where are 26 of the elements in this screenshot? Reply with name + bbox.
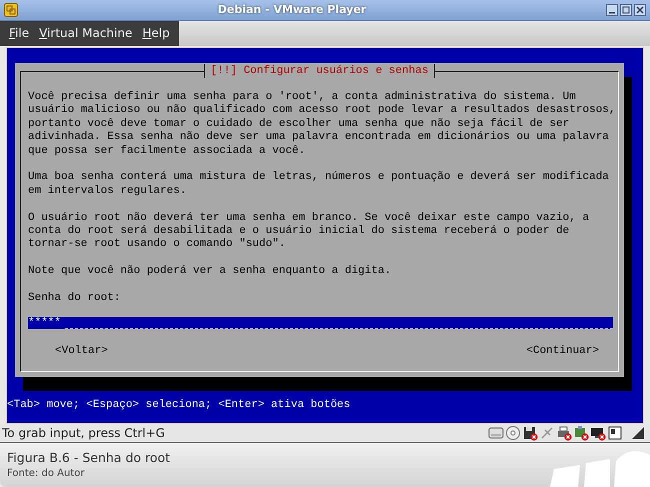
paragraph: Uma boa senha conterá uma mistura de letras, números e pontuação e deverá ser modificada em intervalos regulares. xyxy=(28,171,609,198)
console-button[interactable]: <Continuar> xyxy=(526,345,599,359)
app-icon xyxy=(4,2,18,17)
console-button[interactable]: <Voltar> xyxy=(55,345,108,359)
password-field[interactable]: ***** xyxy=(28,317,613,330)
floppy-icon[interactable] xyxy=(522,425,538,442)
figure-caption: Figura B.6 - Senha do root xyxy=(7,449,172,467)
printer-icon[interactable] xyxy=(556,425,572,442)
minimize-icon[interactable] xyxy=(606,4,618,16)
window-title: Debian - VMware Player xyxy=(216,3,368,16)
figure-source: Fonte: do Autor xyxy=(7,467,86,481)
key-hint: <Tab> move; <Espaço> seleciona; <Enter> ativa botões xyxy=(7,398,352,412)
paragraph: O usuário root não deverá ter uma senha em branco. Se você deixar este campo vazio, a conta do root será desabilitada e o usuário inicial do sistema receberá o poder de tornar-se root usando o comando "sudo". xyxy=(28,212,590,252)
display-icon[interactable] xyxy=(590,425,606,442)
menu-item[interactable]: Help xyxy=(137,26,175,40)
resize-grip-icon[interactable] xyxy=(632,427,644,440)
field-label: Senha do root: xyxy=(28,292,122,306)
maximize-icon[interactable] xyxy=(620,4,632,16)
cd-icon[interactable] xyxy=(505,425,521,442)
paragraph: Você precisa definir uma senha para o 'root', a conta administrativa do sistema. Um usuário malicioso ou não qualificado com acesso root pode levar a resultados desastrosos, portanto você deve tomar o cuidado de escolher uma senha que não seja fácil de ser adivinhada. Essa senha não deve ser uma palavra encontrada em dicionários ou uma palavra que possa ser facilmente associada a você. xyxy=(28,90,616,158)
status-text: To grab input, press Ctrl+G xyxy=(2,426,165,440)
menu-item[interactable]: File xyxy=(4,26,34,40)
paragraph: Note que você não poderá ver a senha enquanto a digita. xyxy=(28,265,392,279)
menu-item[interactable]: Virtual Machine xyxy=(34,26,138,40)
dialog-title: [!!] Configurar usuários e senhas xyxy=(204,64,436,78)
close-icon[interactable] xyxy=(634,4,646,16)
